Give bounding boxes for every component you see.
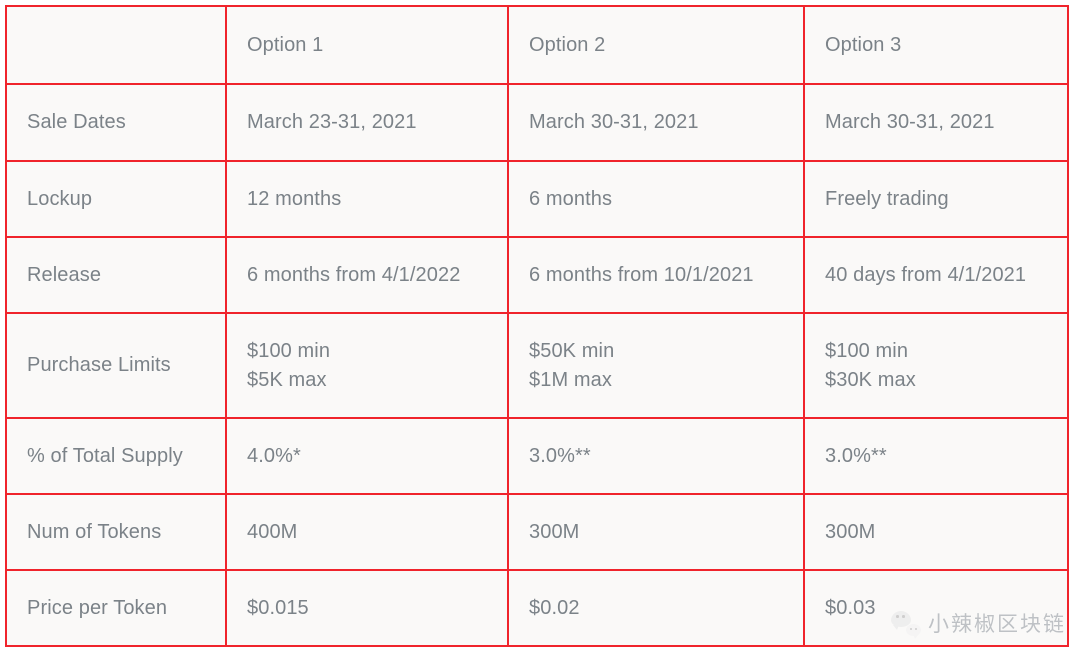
row-label-percent-of-total-supply: % of Total Supply <box>6 418 226 494</box>
value-line: $0.03 <box>825 594 1047 623</box>
cell-percent-supply-option-2: 3.0%** <box>508 418 804 494</box>
row-label-price-per-token: Price per Token <box>6 570 226 646</box>
value-line: 3.0%** <box>529 442 783 471</box>
row-label-release: Release <box>6 237 226 313</box>
cell-purchase-limits-option-3: $100 min $30K max <box>804 313 1068 418</box>
column-header-option-2: Option 2 <box>508 6 804 84</box>
value-line: March 30-31, 2021 <box>529 108 783 137</box>
value-line: March 23-31, 2021 <box>247 108 487 137</box>
table-row: Price per Token $0.015 $0.02 $0.03 <box>6 570 1068 646</box>
cell-lockup-option-3: Freely trading <box>804 161 1068 237</box>
value-line-max: $5K max <box>247 366 487 395</box>
table-row: Sale Dates March 23-31, 2021 March 30-31… <box>6 84 1068 161</box>
table-row: % of Total Supply 4.0%* 3.0%** 3.0%** <box>6 418 1068 494</box>
cell-sale-dates-option-1: March 23-31, 2021 <box>226 84 508 161</box>
value-line-min: $100 min <box>247 337 487 366</box>
value-line: March 30-31, 2021 <box>825 108 1047 137</box>
value-line-min: $100 min <box>825 337 1047 366</box>
value-line: 6 months from 10/1/2021 <box>529 261 783 290</box>
cell-lockup-option-2: 6 months <box>508 161 804 237</box>
value-line-max: $1M max <box>529 366 783 395</box>
value-line-max: $30K max <box>825 366 1047 395</box>
cell-release-option-3: 40 days from 4/1/2021 <box>804 237 1068 313</box>
value-line-min: $50K min <box>529 337 783 366</box>
table-header-row: Option 1 Option 2 Option 3 <box>6 6 1068 84</box>
value-line: 6 months <box>529 185 783 214</box>
table-row: Purchase Limits $100 min $5K max $50K mi… <box>6 313 1068 418</box>
cell-purchase-limits-option-1: $100 min $5K max <box>226 313 508 418</box>
value-line: 300M <box>529 518 783 547</box>
cell-num-tokens-option-1: 400M <box>226 494 508 570</box>
value-line: 300M <box>825 518 1047 547</box>
cell-percent-supply-option-1: 4.0%* <box>226 418 508 494</box>
comparison-table-container: Option 1 Option 2 Option 3 Sale Dates Ma… <box>5 5 1067 632</box>
value-line: 12 months <box>247 185 487 214</box>
cell-price-per-token-option-1: $0.015 <box>226 570 508 646</box>
cell-purchase-limits-option-2: $50K min $1M max <box>508 313 804 418</box>
cell-release-option-1: 6 months from 4/1/2022 <box>226 237 508 313</box>
cell-sale-dates-option-3: March 30-31, 2021 <box>804 84 1068 161</box>
table-row: Lockup 12 months 6 months Freely trading <box>6 161 1068 237</box>
column-header-option-3: Option 3 <box>804 6 1068 84</box>
cell-num-tokens-option-3: 300M <box>804 494 1068 570</box>
table-row: Release 6 months from 4/1/2022 6 months … <box>6 237 1068 313</box>
cell-release-option-2: 6 months from 10/1/2021 <box>508 237 804 313</box>
value-line: $0.02 <box>529 594 783 623</box>
token-sale-options-table: Option 1 Option 2 Option 3 Sale Dates Ma… <box>5 5 1069 647</box>
row-label-num-of-tokens: Num of Tokens <box>6 494 226 570</box>
row-label-lockup: Lockup <box>6 161 226 237</box>
column-header-option-1: Option 1 <box>226 6 508 84</box>
value-line: 3.0%** <box>825 442 1047 471</box>
value-line: 4.0%* <box>247 442 487 471</box>
table-row: Num of Tokens 400M 300M 300M <box>6 494 1068 570</box>
value-line: Freely trading <box>825 185 1047 214</box>
row-label-sale-dates: Sale Dates <box>6 84 226 161</box>
cell-sale-dates-option-2: March 30-31, 2021 <box>508 84 804 161</box>
cell-percent-supply-option-3: 3.0%** <box>804 418 1068 494</box>
value-line: 400M <box>247 518 487 547</box>
value-line: $0.015 <box>247 594 487 623</box>
cell-price-per-token-option-3: $0.03 <box>804 570 1068 646</box>
cell-price-per-token-option-2: $0.02 <box>508 570 804 646</box>
cell-num-tokens-option-2: 300M <box>508 494 804 570</box>
cell-lockup-option-1: 12 months <box>226 161 508 237</box>
row-label-purchase-limits: Purchase Limits <box>6 313 226 418</box>
value-line: 40 days from 4/1/2021 <box>825 261 1047 290</box>
table-corner-cell <box>6 6 226 84</box>
value-line: 6 months from 4/1/2022 <box>247 261 487 290</box>
